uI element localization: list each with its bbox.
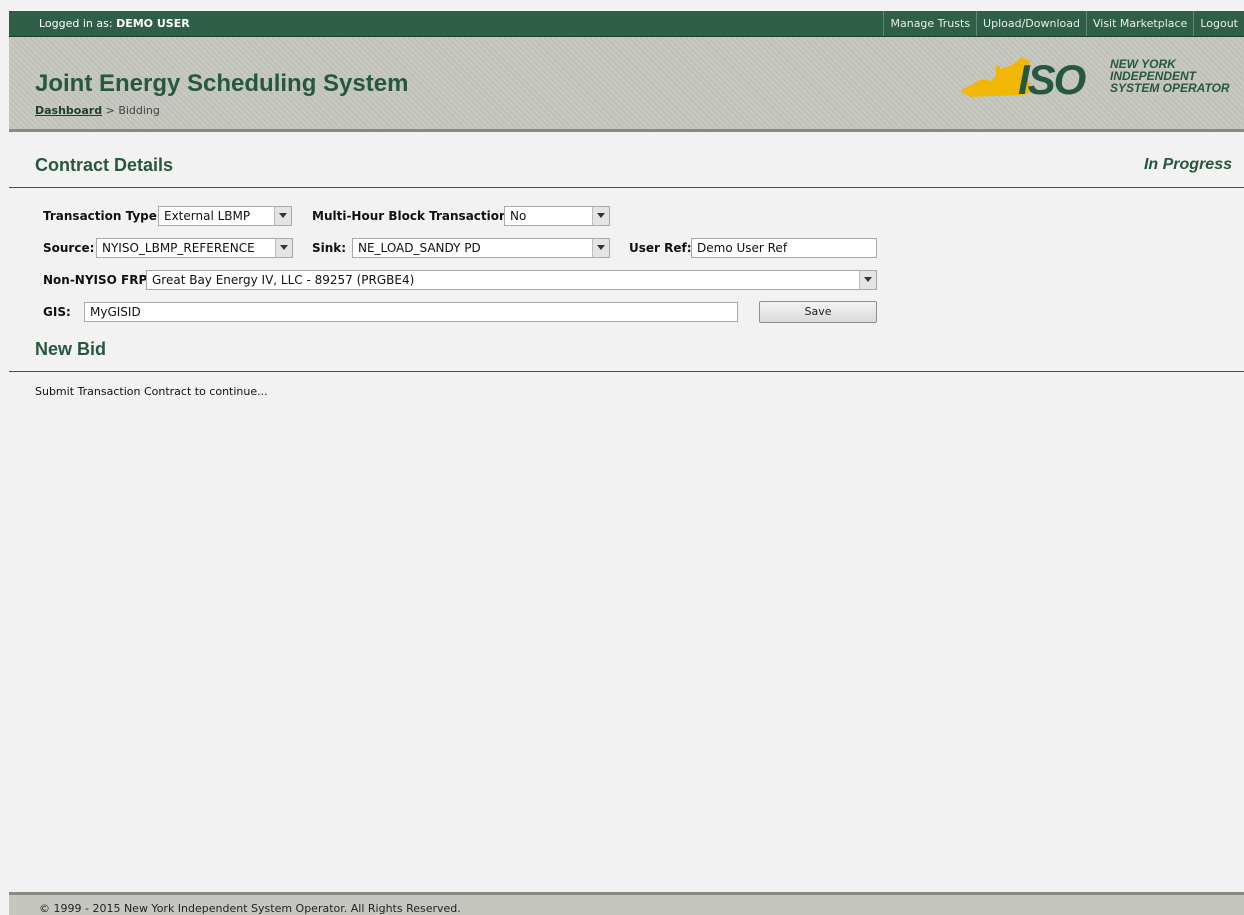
logo-line-3: SYSTEM OPERATOR bbox=[1110, 81, 1230, 95]
chevron-down-icon bbox=[859, 271, 876, 289]
source-label: Source: bbox=[43, 241, 95, 255]
logged-in-prefix: Logged in as: bbox=[39, 17, 113, 30]
contract-divider bbox=[9, 187, 1244, 188]
header-band: Joint Energy Scheduling System Dashboard… bbox=[9, 37, 1244, 132]
logged-in-user: DEMO USER bbox=[116, 17, 190, 30]
gis-input[interactable] bbox=[84, 302, 738, 322]
top-nav: Manage Trusts Upload/Download Visit Mark… bbox=[883, 11, 1244, 36]
logo-mark: ISO bbox=[1018, 56, 1086, 101]
nav-logout[interactable]: Logout bbox=[1193, 11, 1244, 36]
footer: © 1999 - 2015 New York Independent Syste… bbox=[9, 892, 1244, 915]
transaction-type-label: Transaction Type: bbox=[43, 209, 162, 223]
frp-label: Non-NYISO FRP: bbox=[43, 273, 153, 287]
breadcrumb-separator: > bbox=[102, 104, 119, 117]
chevron-down-icon bbox=[592, 207, 609, 225]
logo-bar bbox=[996, 66, 1000, 96]
breadcrumb: Dashboard > Bidding bbox=[35, 104, 160, 117]
multi-hour-value: No bbox=[510, 209, 527, 223]
top-bar: Logged in as: DEMO USER Manage Trusts Up… bbox=[9, 11, 1244, 37]
status-label: In Progress bbox=[1143, 156, 1232, 173]
multi-hour-select[interactable]: No bbox=[504, 206, 610, 226]
multi-hour-label: Multi-Hour Block Transaction: bbox=[312, 209, 513, 223]
nav-manage-trusts[interactable]: Manage Trusts bbox=[883, 11, 976, 36]
app-frame: Logged in as: DEMO USER Manage Trusts Up… bbox=[9, 11, 1244, 915]
copyright-text: © 1999 - 2015 New York Independent Syste… bbox=[39, 902, 461, 915]
frp-value: Great Bay Energy IV, LLC - 89257 (PRGBE4… bbox=[152, 273, 415, 287]
frp-select[interactable]: Great Bay Energy IV, LLC - 89257 (PRGBE4… bbox=[146, 270, 877, 290]
new-bid-title: New Bid bbox=[35, 339, 107, 359]
new-bid-divider bbox=[9, 371, 1244, 372]
nyiso-logo: ISO NEW YORK INDEPENDENT SYSTEM OPERATOR bbox=[960, 56, 1230, 101]
source-select[interactable]: NYISO_LBMP_REFERENCE bbox=[96, 238, 293, 258]
breadcrumb-dashboard-link[interactable]: Dashboard bbox=[35, 104, 102, 117]
transaction-type-value: External LBMP bbox=[164, 209, 251, 223]
app-title: Joint Energy Scheduling System bbox=[35, 70, 409, 97]
chevron-down-icon bbox=[275, 239, 292, 257]
transaction-type-select[interactable]: External LBMP bbox=[158, 206, 292, 226]
save-button[interactable]: Save bbox=[759, 301, 877, 323]
contract-details-title: Contract Details bbox=[35, 155, 174, 175]
chevron-down-icon bbox=[592, 239, 609, 257]
sink-label: Sink: bbox=[312, 241, 347, 255]
sink-select[interactable]: NE_LOAD_SANDY PD bbox=[352, 238, 610, 258]
user-ref-input[interactable] bbox=[691, 238, 877, 258]
gis-label: GIS: bbox=[43, 305, 71, 319]
nav-visit-marketplace[interactable]: Visit Marketplace bbox=[1085, 11, 1193, 36]
logged-in-text: Logged in as: DEMO USER bbox=[39, 17, 190, 30]
user-ref-label: User Ref: bbox=[629, 241, 692, 255]
chevron-down-icon bbox=[274, 207, 291, 225]
new-bid-message: Submit Transaction Contract to continue.… bbox=[35, 385, 268, 398]
nav-upload-download[interactable]: Upload/Download bbox=[976, 11, 1086, 36]
sink-value: NE_LOAD_SANDY PD bbox=[358, 241, 481, 255]
breadcrumb-current: Bidding bbox=[118, 104, 160, 117]
source-value: NYISO_LBMP_REFERENCE bbox=[102, 241, 255, 255]
